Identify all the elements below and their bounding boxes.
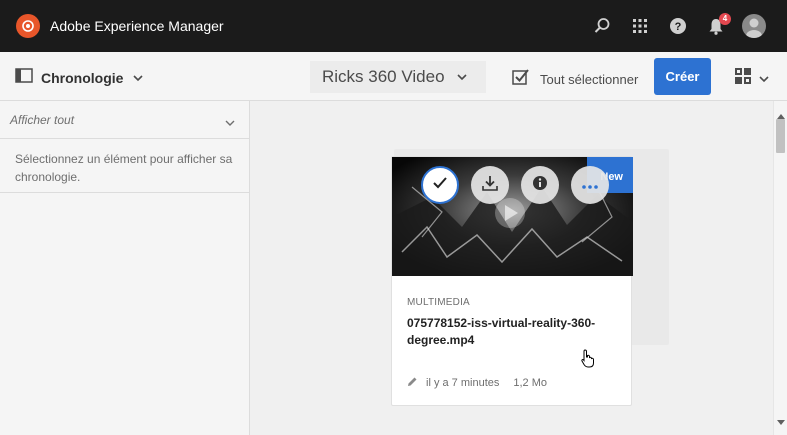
rail-toggle-button[interactable]: Chronologie (15, 68, 144, 88)
pencil-icon (407, 376, 418, 390)
asset-type: MULTIMEDIA (407, 297, 470, 308)
asset-thumbnail[interactable]: New (392, 157, 633, 276)
select-all-label: Tout sélectionner (540, 72, 639, 87)
chevron-down-icon (133, 69, 144, 87)
asset-footer: il y a 7 minutes 1,2 Mo (407, 376, 547, 390)
card-view-icon (735, 68, 751, 89)
apps-grid-icon[interactable] (621, 7, 659, 45)
rail-label: Chronologie (41, 70, 124, 86)
breadcrumb[interactable]: Ricks 360 Video (310, 61, 486, 93)
more-icon (582, 176, 598, 194)
notification-count-badge: 4 (719, 13, 731, 25)
timeline-rail: Afficher tout Sélectionnez un élément po… (0, 101, 250, 435)
file-size: 1,2 Mo (513, 377, 548, 389)
svg-text:?: ? (675, 21, 682, 33)
info-icon (532, 175, 548, 196)
asset-meta: MULTIMEDIA 075778152-iss-virtual-reality… (407, 297, 619, 349)
view-switcher[interactable] (735, 68, 769, 89)
rail-panel-icon (15, 68, 33, 88)
create-button[interactable]: Créer (654, 58, 711, 95)
breadcrumb-title: Ricks 360 Video (322, 67, 445, 86)
bell-icon[interactable]: 4 (697, 7, 735, 45)
asset-filename[interactable]: 075778152-iss-virtual-reality-360-degree… (407, 315, 619, 349)
content-area: New MULTIMEDIA 075778152-iss-virtual-rea… (251, 101, 773, 435)
search-icon[interactable] (583, 7, 621, 45)
shell-header: Adobe Experience Manager ? 4 (0, 0, 787, 52)
chevron-down-icon (456, 68, 467, 86)
scrollbar-thumb[interactable] (776, 119, 785, 153)
timeline-filter-select[interactable]: Afficher tout (0, 101, 249, 139)
filter-value: Afficher tout (10, 112, 75, 127)
help-icon[interactable]: ? (659, 7, 697, 45)
more-actions-button[interactable] (571, 166, 609, 204)
hand-cursor-icon (581, 349, 596, 373)
select-all-checkbox-icon (512, 68, 530, 91)
modified-time: il y a 7 minutes (426, 377, 500, 389)
chevron-down-icon (225, 116, 235, 130)
select-check-button[interactable] (421, 166, 459, 204)
content-scrollbar[interactable] (773, 101, 787, 435)
download-icon (482, 175, 498, 196)
scroll-down-icon[interactable] (777, 412, 785, 430)
download-button[interactable] (471, 166, 509, 204)
shell-actions: ? 4 (583, 0, 773, 52)
timeline-empty-message: Sélectionnez un élément pour afficher sa… (0, 139, 249, 193)
chevron-down-icon (759, 70, 769, 88)
select-all-button[interactable]: Tout sélectionner (512, 68, 638, 91)
info-button[interactable] (521, 166, 559, 204)
check-icon (432, 176, 448, 195)
app-title: Adobe Experience Manager (50, 18, 224, 34)
aem-logo-icon[interactable] (16, 14, 40, 38)
user-avatar[interactable] (735, 7, 773, 45)
